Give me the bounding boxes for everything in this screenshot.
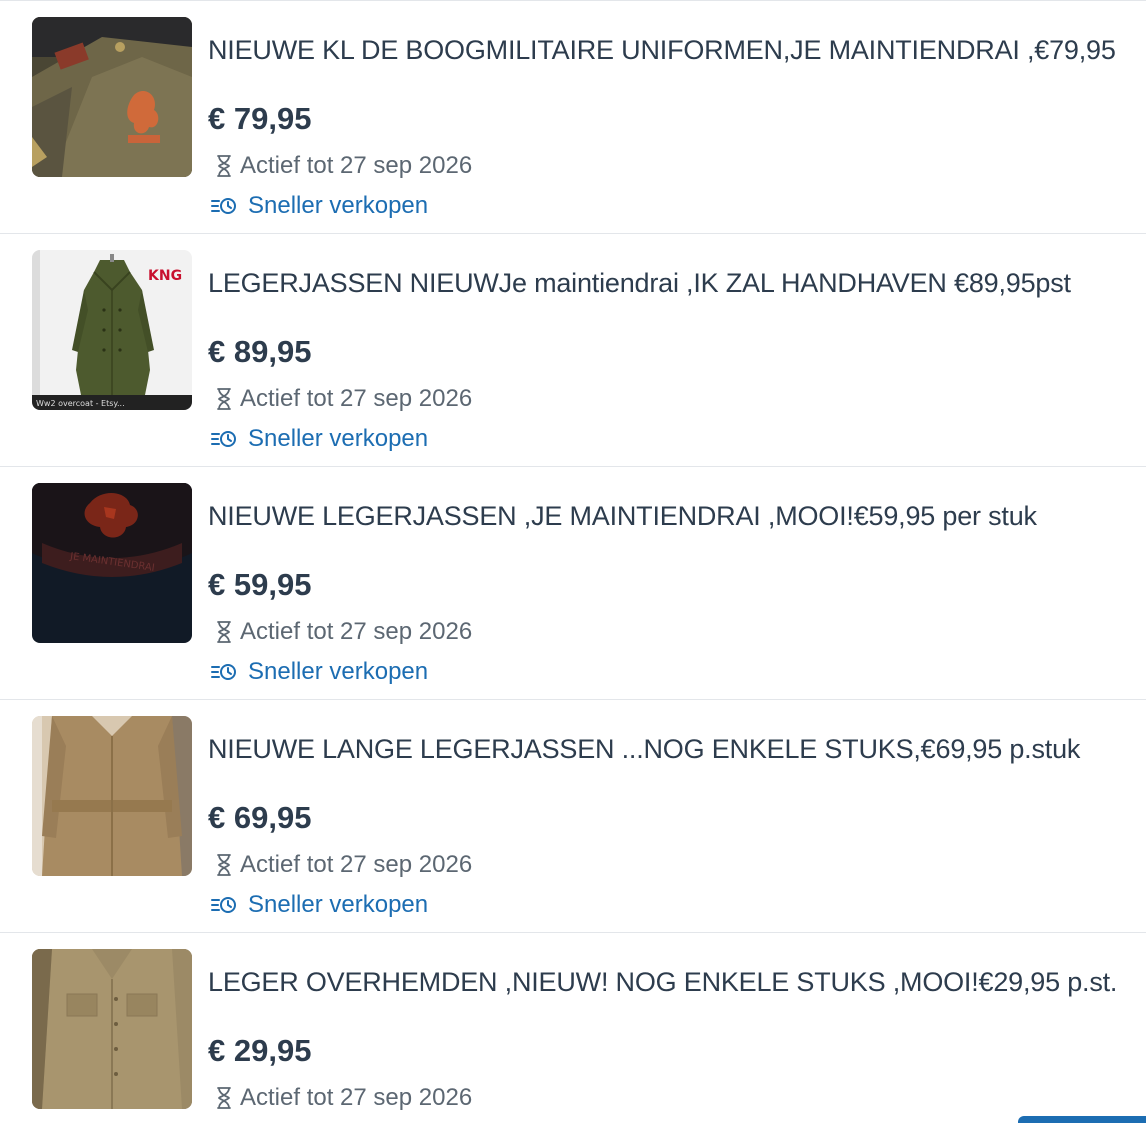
- listing-item[interactable]: Ww2 overcoat - Etsy... KNG LEGERJASSEN N…: [0, 234, 1146, 467]
- listing-active-status: Actief tot 27 sep 2026: [214, 152, 472, 180]
- listing-price: € 89,95: [208, 334, 312, 369]
- hourglass-icon: [214, 1085, 234, 1111]
- boost-link[interactable]: Sneller verkopen: [210, 192, 428, 220]
- boost-clock-icon: [210, 894, 238, 916]
- listing-active-status: Actief tot 27 sep 2026: [214, 618, 472, 646]
- boost-link[interactable]: Sneller verkopen: [210, 891, 428, 919]
- listing-active-status: Actief tot 27 sep 2026: [214, 1084, 472, 1112]
- boost-label[interactable]: Sneller verkopen: [248, 425, 428, 453]
- hourglass-icon: [214, 852, 234, 878]
- active-until-label: Actief tot 27 sep 2026: [240, 618, 473, 645]
- boost-label[interactable]: Sneller verkopen: [248, 658, 428, 686]
- listing-price: € 79,95: [208, 101, 312, 136]
- boost-link[interactable]: Sneller verkopen: [210, 658, 428, 686]
- active-until-label: Actief tot 27 sep 2026: [240, 851, 473, 878]
- boost-label[interactable]: Sneller verkopen: [248, 192, 428, 220]
- floating-action-button[interactable]: [1018, 1116, 1146, 1123]
- listing-active-status: Actief tot 27 sep 2026: [214, 851, 472, 879]
- boost-clock-icon: [210, 195, 238, 217]
- listing-price: € 59,95: [208, 567, 312, 602]
- boost-link[interactable]: Sneller verkopen: [210, 425, 428, 453]
- listing-title[interactable]: LEGER OVERHEMDEN ,NIEUW! NOG ENKELE STUK…: [208, 967, 1117, 998]
- boost-clock-icon: [210, 661, 238, 683]
- listing-item[interactable]: NIEUWE KL DE BOOGMILITAIRE UNIFORMEN,JE …: [0, 1, 1146, 234]
- boost-label[interactable]: Sneller verkopen: [248, 891, 428, 919]
- listing-thumbnail[interactable]: Ww2 overcoat - Etsy... KNG: [32, 250, 192, 410]
- listing-title[interactable]: NIEUWE LANGE LEGERJASSEN ...NOG ENKELE S…: [208, 734, 1080, 765]
- hourglass-icon: [214, 619, 234, 645]
- listing-thumbnail[interactable]: [32, 716, 192, 876]
- active-until-label: Actief tot 27 sep 2026: [240, 385, 473, 412]
- listing-item[interactable]: LEGER OVERHEMDEN ,NIEUW! NOG ENKELE STUK…: [0, 933, 1146, 1123]
- listing-title[interactable]: NIEUWE KL DE BOOGMILITAIRE UNIFORMEN,JE …: [208, 35, 1116, 66]
- hourglass-icon: [214, 386, 234, 412]
- listing-price: € 69,95: [208, 800, 312, 835]
- thumbnail-logo: KNG: [148, 268, 182, 284]
- thumbnail-caption: Ww2 overcoat - Etsy...: [36, 399, 125, 408]
- active-until-label: Actief tot 27 sep 2026: [240, 1084, 473, 1111]
- listing-price: € 29,95: [208, 1033, 312, 1068]
- listing-thumbnail[interactable]: [32, 949, 192, 1109]
- listing-active-status: Actief tot 27 sep 2026: [214, 385, 472, 413]
- listing-item[interactable]: NIEUWE LANGE LEGERJASSEN ...NOG ENKELE S…: [0, 700, 1146, 933]
- listing-item[interactable]: JE MAINTIENDRAI NIEUWE LEGERJASSEN ,JE M…: [0, 467, 1146, 700]
- listing-thumbnail[interactable]: JE MAINTIENDRAI: [32, 483, 192, 643]
- listing-list: NIEUWE KL DE BOOGMILITAIRE UNIFORMEN,JE …: [0, 0, 1146, 1123]
- listing-title[interactable]: NIEUWE LEGERJASSEN ,JE MAINTIENDRAI ,MOO…: [208, 501, 1037, 532]
- listing-thumbnail[interactable]: [32, 17, 192, 177]
- boost-clock-icon: [210, 428, 238, 450]
- active-until-label: Actief tot 27 sep 2026: [240, 152, 473, 179]
- listing-title[interactable]: LEGERJASSEN NIEUWJe maintiendrai ,IK ZAL…: [208, 268, 1071, 299]
- hourglass-icon: [214, 153, 234, 179]
